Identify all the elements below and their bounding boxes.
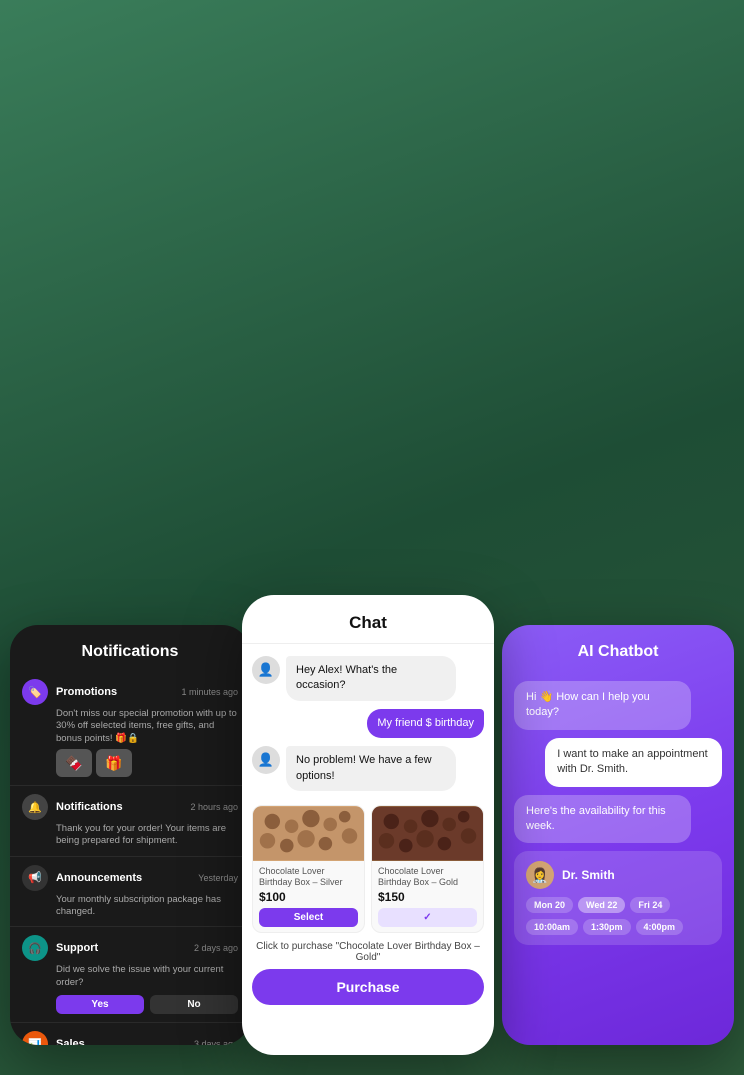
promo-img-1: 🍫 <box>56 749 92 777</box>
ai-chatbot-title: AI Chatbot <box>502 625 734 673</box>
product-img-gold <box>372 806 483 861</box>
support-actions: Yes No <box>56 995 238 1014</box>
sales-time: 3 days ago <box>194 1039 238 1045</box>
ai-time-400[interactable]: 4:00pm <box>636 919 684 935</box>
chat-bubble-outgoing-1: My friend $ birthday <box>367 709 484 738</box>
ai-doctor-avatar: 👩‍⚕️ <box>526 861 554 889</box>
sales-title: Sales <box>56 1038 85 1045</box>
ai-date-row: Mon 20 Wed 22 Fri 24 <box>526 897 710 913</box>
promotions-images: 🍫 🎁 <box>56 749 238 777</box>
ai-availability-card: 👩‍⚕️ Dr. Smith Mon 20 Wed 22 Fri 24 10:0… <box>514 851 722 945</box>
ai-message-3: Here's the availability for this week. <box>514 795 691 844</box>
chat-phone: Chat 👤 Hey Alex! What's the occasion? My… <box>242 595 494 1055</box>
chat-messages-area: 👤 Hey Alex! What's the occasion? My frie… <box>242 644 494 803</box>
product-gold-info: Chocolate Lover Birthday Box – Gold $150… <box>372 861 483 932</box>
support-icon: 🎧 <box>22 935 48 961</box>
notif-item-announcements[interactable]: 📢 Announcements Yesterday Your monthly s… <box>10 857 250 928</box>
product-img-silver <box>253 806 364 861</box>
ai-doctor-row: 👩‍⚕️ Dr. Smith <box>526 861 710 889</box>
product-silver-name: Chocolate Lover Birthday Box – Silver <box>259 866 358 888</box>
ai-time-row: 10:00am 1:30pm 4:00pm <box>526 919 710 935</box>
announcements-body: Your monthly subscription package has ch… <box>56 894 238 919</box>
ai-time-130[interactable]: 1:30pm <box>583 919 631 935</box>
promo-img-2: 🎁 <box>96 749 132 777</box>
purchase-text: Click to purchase "Chocolate Lover Birth… <box>252 941 484 963</box>
ai-chatbot-phone: AI Chatbot Hi 👋 How can I help you today… <box>502 625 734 1045</box>
chat-avatar-1: 👤 <box>252 656 280 684</box>
product-gold-check-button[interactable]: ✓ <box>378 908 477 927</box>
chat-purchase-area: Click to purchase "Chocolate Lover Birth… <box>242 933 494 1011</box>
notifications-body: Thank you for your order! Your items are… <box>56 823 238 848</box>
chat-title: Chat <box>242 595 494 644</box>
promotions-body: Don't miss our special promotion with up… <box>56 708 238 745</box>
chat-message-2: My friend $ birthday <box>252 709 484 738</box>
support-body: Did we solve the issue with your current… <box>56 964 238 989</box>
ai-date-mon[interactable]: Mon 20 <box>526 897 573 913</box>
ai-date-fri[interactable]: Fri 24 <box>630 897 670 913</box>
ai-message-1: Hi 👋 How can I help you today? <box>514 681 691 730</box>
notif-item-notifications[interactable]: 🔔 Notifications 2 hours ago Thank you fo… <box>10 786 250 857</box>
ai-message-2: I want to make an appointment with Dr. S… <box>545 738 722 787</box>
promotions-icon: 🏷️ <box>22 679 48 705</box>
support-title: Support <box>56 942 98 954</box>
notifications-icon: 🔔 <box>22 794 48 820</box>
chat-products: Chocolate Lover Birthday Box – Silver $1… <box>242 805 494 933</box>
product-card-silver: Chocolate Lover Birthday Box – Silver $1… <box>252 805 365 933</box>
product-silver-info: Chocolate Lover Birthday Box – Silver $1… <box>253 861 364 932</box>
sales-icon: 📊 <box>22 1031 48 1045</box>
product-silver-price: $100 <box>259 890 358 904</box>
notifications-time: 2 hours ago <box>190 802 238 812</box>
chat-message-1: 👤 Hey Alex! What's the occasion? <box>252 656 484 701</box>
notifications-sub-title: Notifications <box>56 801 123 813</box>
product-silver-select-button[interactable]: Select <box>259 908 358 927</box>
chat-bubble-incoming-2: No problem! We have a few options! <box>286 746 456 791</box>
ai-time-1000[interactable]: 10:00am <box>526 919 578 935</box>
promotions-title: Promotions <box>56 686 117 698</box>
ai-doctor-name: Dr. Smith <box>562 868 615 882</box>
ai-date-wed[interactable]: Wed 22 <box>578 897 625 913</box>
chat-avatar-2: 👤 <box>252 746 280 774</box>
product-gold-price: $150 <box>378 890 477 904</box>
purchase-button[interactable]: Purchase <box>252 969 484 1005</box>
support-time: 2 days ago <box>194 943 238 953</box>
support-no-button[interactable]: No <box>150 995 238 1014</box>
chat-bubble-incoming-1: Hey Alex! What's the occasion? <box>286 656 456 701</box>
ai-messages-area: Hi 👋 How can I help you today? I want to… <box>502 673 734 851</box>
announcements-time: Yesterday <box>198 873 238 883</box>
promotions-time: 1 minutes ago <box>181 687 238 697</box>
announcements-icon: 📢 <box>22 865 48 891</box>
notif-item-support[interactable]: 🎧 Support 2 days ago Did we solve the is… <box>10 927 250 1023</box>
notifications-phone: Notifications 🏷️ Promotions 1 minutes ag… <box>10 625 250 1045</box>
product-gold-name: Chocolate Lover Birthday Box – Gold <box>378 866 477 888</box>
chat-message-3: 👤 No problem! We have a few options! <box>252 746 484 791</box>
product-card-gold: Chocolate Lover Birthday Box – Gold $150… <box>371 805 484 933</box>
notif-item-promotions[interactable]: 🏷️ Promotions 1 minutes ago Don't miss o… <box>10 671 250 786</box>
notif-item-sales[interactable]: 📊 Sales 3 days ago 🎉 Exclusive Sale Aler… <box>10 1023 250 1045</box>
support-yes-button[interactable]: Yes <box>56 995 144 1014</box>
announcements-title: Announcements <box>56 872 142 884</box>
notifications-title: Notifications <box>10 625 250 671</box>
